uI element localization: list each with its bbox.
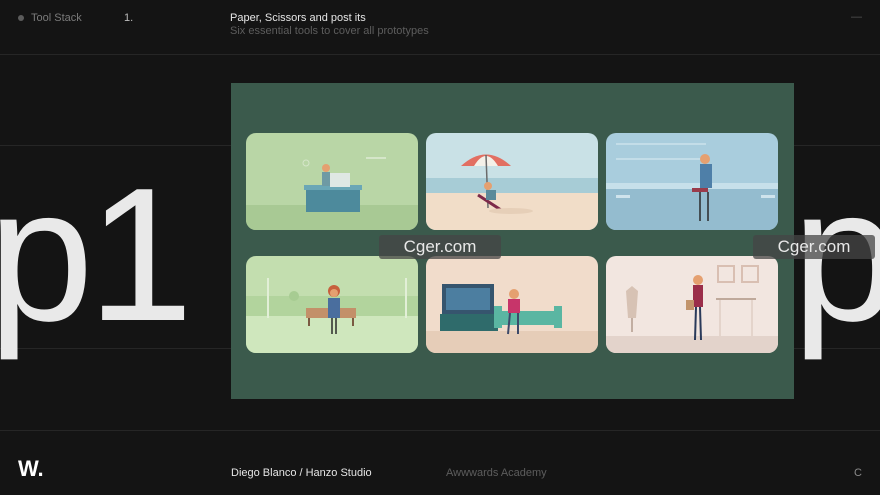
card-clothing-store[interactable]: [606, 256, 778, 353]
academy-label[interactable]: Awwwards Academy: [446, 467, 547, 479]
bullet-dot-icon: [18, 15, 24, 21]
section-indicator[interactable]: Tool Stack: [18, 12, 82, 24]
lesson-subtitle: Six essential tools to cover all prototy…: [230, 25, 429, 37]
watermark-right: Cger.com: [753, 235, 875, 259]
clothing-store-illustration: [606, 256, 778, 353]
bar-illustration: [606, 133, 778, 230]
card-park-bench[interactable]: [246, 256, 418, 353]
beach-illustration: [426, 133, 598, 230]
card-bar-counter[interactable]: [606, 133, 778, 230]
author-credit: Diego Blanco / Hanzo Studio: [231, 467, 372, 479]
card-living-room-sofa[interactable]: [426, 256, 598, 353]
living-room-illustration: [426, 256, 598, 353]
big-text-left: p1: [0, 149, 193, 361]
menu-dash-icon[interactable]: —: [851, 11, 862, 23]
card-office-desk[interactable]: [246, 133, 418, 230]
watermark-left: Cger.com: [379, 235, 501, 259]
lesson-number: 1.: [124, 12, 134, 24]
park-illustration: [246, 256, 418, 353]
lesson-title: Paper, Scissors and post its: [230, 12, 366, 24]
illustration-panel: [231, 83, 794, 399]
section-label: Tool Stack: [31, 12, 82, 24]
divider-bottom: [0, 430, 880, 431]
office-desk-illustration: [246, 133, 418, 230]
awwwards-logo[interactable]: W.: [18, 456, 44, 482]
card-beach-umbrella[interactable]: [426, 133, 598, 230]
footer-right-mark: C: [854, 467, 862, 479]
divider-top: [0, 54, 880, 55]
